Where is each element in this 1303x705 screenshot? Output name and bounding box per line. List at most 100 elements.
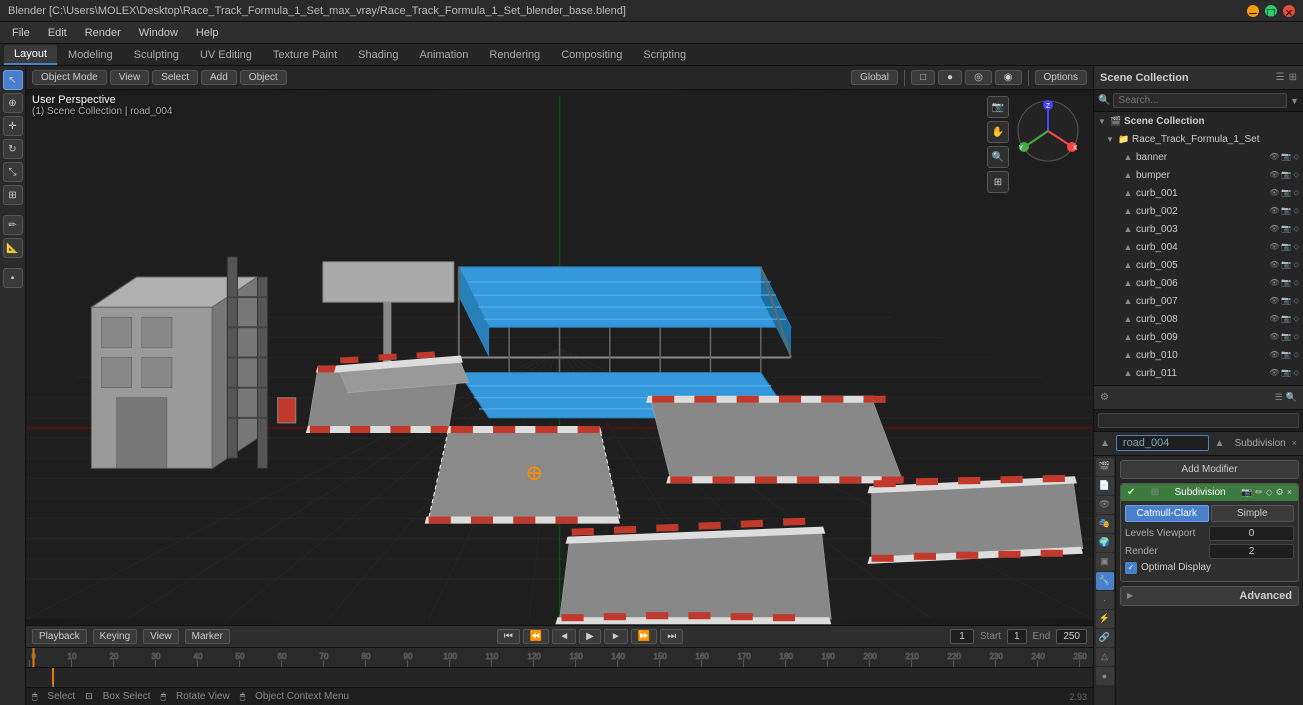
tree-item-curb_004[interactable]: ▲curb_004👁📷⬦ <box>1094 238 1303 256</box>
tab-texture-paint[interactable]: Texture Paint <box>263 45 347 65</box>
selectable-icon[interactable]: ⬦ <box>1293 152 1299 162</box>
scale-tool[interactable]: ⤡ <box>3 162 23 182</box>
add-modifier-button[interactable]: Add Modifier <box>1120 460 1299 479</box>
rotate-tool[interactable]: ↻ <box>3 139 23 159</box>
tree-item-curb_002[interactable]: ▲curb_002👁📷⬦ <box>1094 202 1303 220</box>
current-frame[interactable]: 1 <box>950 629 974 644</box>
outliner-search-input[interactable] <box>1113 93 1287 108</box>
tab-rendering[interactable]: Rendering <box>479 45 550 65</box>
options-menu[interactable]: Options <box>1035 70 1087 85</box>
eye-icon[interactable]: 👁 <box>1269 170 1279 180</box>
annotate-tool[interactable]: ✏ <box>3 215 23 235</box>
advanced-section[interactable]: ▶ Advanced <box>1120 586 1299 606</box>
mod-settings-icon[interactable]: ⚙ <box>1276 487 1284 498</box>
wireframe-shading[interactable]: □ <box>911 70 935 85</box>
tree-item-bumper[interactable]: ▲bumper👁📷⬦ <box>1094 166 1303 184</box>
render-visibility-icon[interactable]: 📷 <box>1281 188 1291 198</box>
render-visibility-icon[interactable]: 📷 <box>1281 260 1291 270</box>
material-shading[interactable]: ◎ <box>965 70 992 85</box>
tree-item-curb_005[interactable]: ▲curb_005👁📷⬦ <box>1094 256 1303 274</box>
selectable-icon[interactable]: ⬦ <box>1293 296 1299 306</box>
jump-end-button[interactable]: ⏭ <box>660 629 683 644</box>
render-visibility-icon[interactable]: 📷 <box>1281 152 1291 162</box>
outliner-options-icon[interactable]: ⊞ <box>1289 72 1297 83</box>
props-tab-particles[interactable]: · <box>1096 591 1114 609</box>
props-search-icon[interactable]: 🔍 <box>1286 392 1297 403</box>
props-tab-material[interactable]: ● <box>1096 667 1114 685</box>
prev-frame-button[interactable]: ⏪ <box>523 629 549 644</box>
render-visibility-icon[interactable]: 📷 <box>1281 350 1291 360</box>
selectable-icon[interactable]: ⬦ <box>1293 350 1299 360</box>
next-keyframe-button[interactable]: ► <box>604 629 628 644</box>
selectable-icon[interactable]: ⬦ <box>1293 332 1299 342</box>
cursor-tool[interactable]: ⊕ <box>3 93 23 113</box>
render-value[interactable]: 2 <box>1209 544 1294 559</box>
selectable-icon[interactable]: ⬦ <box>1293 206 1299 216</box>
props-tab-data[interactable]: △ <box>1096 648 1114 666</box>
add-cube-tool[interactable]: ▪ <box>3 268 23 288</box>
catmull-clark-button[interactable]: Catmull-Clark <box>1125 505 1209 522</box>
props-close-icon[interactable]: × <box>1292 438 1297 448</box>
eye-icon[interactable]: 👁 <box>1269 278 1279 288</box>
viewport-3d[interactable]: Object Mode View Select Add Object Globa… <box>26 66 1093 625</box>
menu-help[interactable]: Help <box>188 25 227 41</box>
mod-enable-icon[interactable]: ✔ <box>1127 487 1135 498</box>
render-visibility-icon[interactable]: 📷 <box>1281 170 1291 180</box>
tab-scripting[interactable]: Scripting <box>633 45 696 65</box>
selectable-icon[interactable]: ⬦ <box>1293 188 1299 198</box>
tab-compositing[interactable]: Compositing <box>551 45 632 65</box>
rendered-shading[interactable]: ◉ <box>995 70 1022 85</box>
outliner-search-options[interactable]: ▼ <box>1290 96 1299 106</box>
modifier-type-icon[interactable]: ▲ <box>1215 438 1225 449</box>
view-menu-timeline[interactable]: View <box>143 629 179 644</box>
prev-keyframe-button[interactable]: ◄ <box>552 629 576 644</box>
eye-icon[interactable]: 👁 <box>1269 260 1279 270</box>
levels-viewport-value[interactable]: 0 <box>1209 526 1294 541</box>
render-visibility-icon[interactable]: 📷 <box>1281 332 1291 342</box>
menu-render[interactable]: Render <box>77 25 129 41</box>
scene-3d-canvas[interactable] <box>26 90 1093 625</box>
eye-icon[interactable]: 👁 <box>1269 242 1279 252</box>
start-frame[interactable]: 1 <box>1007 629 1027 644</box>
tree-item-curb_012[interactable]: ▲curb_012👁📷⬦ <box>1094 382 1303 385</box>
tree-item-banner[interactable]: ▲banner👁📷⬦ <box>1094 148 1303 166</box>
eye-icon[interactable]: 👁 <box>1269 350 1279 360</box>
simple-button[interactable]: Simple <box>1211 505 1295 522</box>
tree-item-curb_007[interactable]: ▲curb_007👁📷⬦ <box>1094 292 1303 310</box>
menu-window[interactable]: Window <box>131 25 186 41</box>
selectable-icon[interactable]: ⬦ <box>1293 170 1299 180</box>
tab-shading[interactable]: Shading <box>348 45 408 65</box>
eye-icon[interactable]: 👁 <box>1269 296 1279 306</box>
eye-icon[interactable]: 👁 <box>1269 332 1279 342</box>
render-visibility-icon[interactable]: 📷 <box>1281 368 1291 378</box>
navigation-gizmo[interactable]: Z X Y <box>1013 96 1083 166</box>
eye-icon[interactable]: 👁 <box>1269 206 1279 216</box>
object-menu[interactable]: Object <box>240 70 287 85</box>
mod-edit-icon[interactable]: ✏ <box>1255 487 1263 498</box>
select-tool[interactable]: ↖ <box>3 70 23 90</box>
eye-icon[interactable]: 👁 <box>1269 152 1279 162</box>
props-tab-modifier[interactable]: 🔧 <box>1096 572 1114 590</box>
tree-item-curb_008[interactable]: ▲curb_008👁📷⬦ <box>1094 310 1303 328</box>
object-name-display[interactable]: road_004 <box>1116 435 1209 451</box>
selectable-icon[interactable]: ⬦ <box>1293 224 1299 234</box>
mod-camera-icon[interactable]: 📷 <box>1241 487 1252 498</box>
close-button[interactable]: × <box>1283 5 1295 17</box>
props-tab-output[interactable]: 📄 <box>1096 477 1114 495</box>
maximize-button[interactable]: □ <box>1265 5 1277 17</box>
measure-tool[interactable]: 📐 <box>3 238 23 258</box>
tree-item-curb_003[interactable]: ▲curb_003👁📷⬦ <box>1094 220 1303 238</box>
tab-uv-editing[interactable]: UV Editing <box>190 45 262 65</box>
props-tab-object[interactable]: ▣ <box>1096 553 1114 571</box>
props-tab-view-layer[interactable]: 👁 <box>1096 496 1114 514</box>
mod-cage-icon[interactable]: ◇ <box>1266 487 1273 498</box>
menu-edit[interactable]: Edit <box>40 25 75 41</box>
tree-item-curb_001[interactable]: ▲curb_001👁📷⬦ <box>1094 184 1303 202</box>
zoom-icon[interactable]: 🔍 <box>987 146 1009 168</box>
play-button[interactable]: ▶ <box>579 629 601 644</box>
props-tab-physics[interactable]: ⚡ <box>1096 610 1114 628</box>
keying-menu[interactable]: Keying <box>93 629 138 644</box>
selectable-icon[interactable]: ⬦ <box>1293 242 1299 252</box>
render-visibility-icon[interactable]: 📷 <box>1281 224 1291 234</box>
props-tab-constraints[interactable]: 🔗 <box>1096 629 1114 647</box>
